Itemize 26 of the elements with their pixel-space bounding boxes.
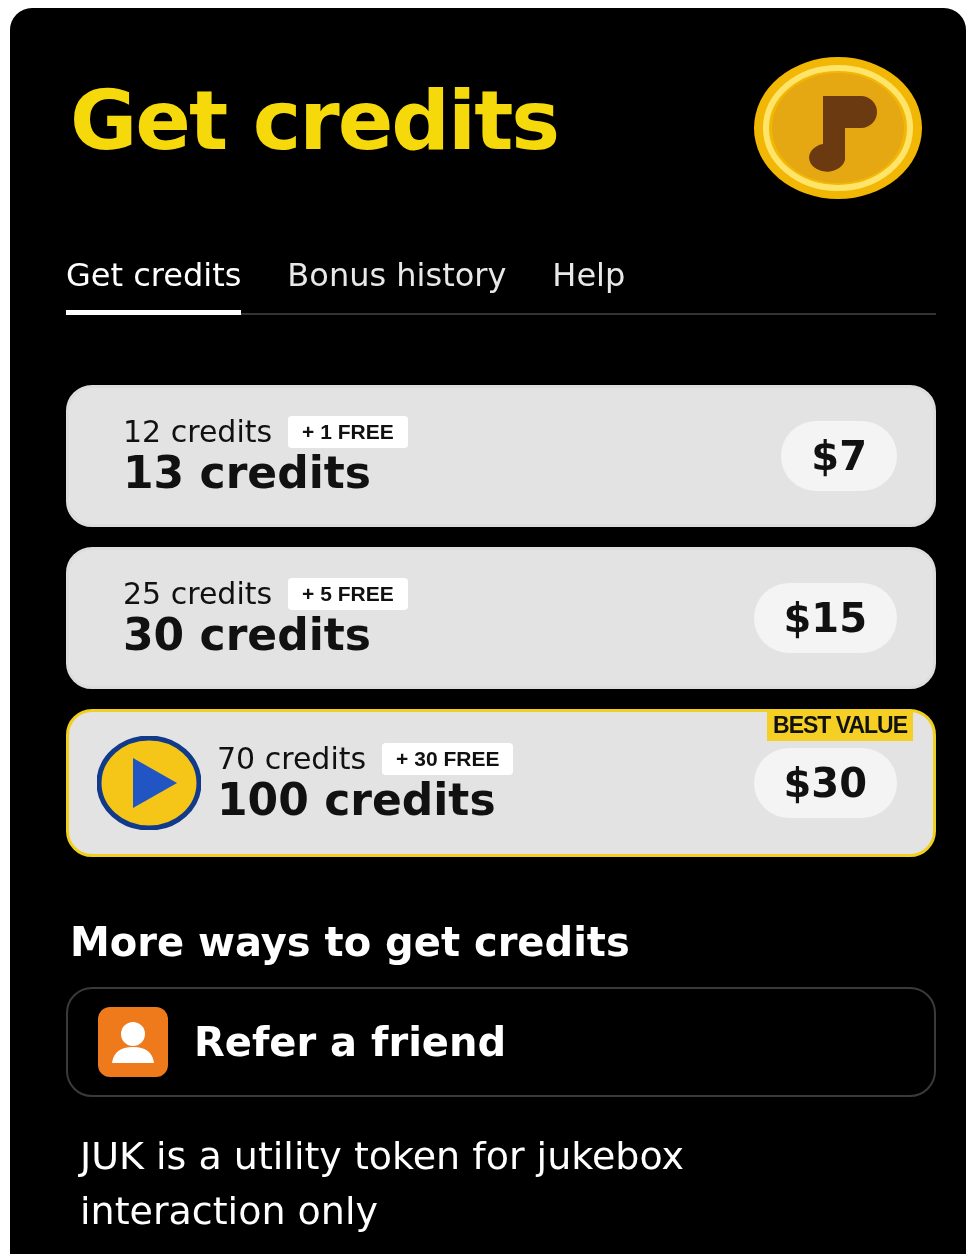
refer-friend-button[interactable]: Refer a friend — [66, 987, 936, 1097]
best-value-badge: BEST VALUE — [767, 710, 913, 741]
credit-package-card[interactable]: 70 credits + 30 FREE 100 credits $30 BEST VALUE — [66, 709, 936, 857]
music-coin-icon — [753, 56, 923, 201]
price-button[interactable]: $15 — [753, 583, 897, 653]
price-button[interactable]: $30 — [753, 748, 897, 818]
total-credits: 13 credits — [123, 449, 372, 498]
price-button[interactable]: $7 — [781, 421, 897, 491]
credit-package-card[interactable]: 12 credits + 1 FREE 13 credits $7 — [66, 385, 936, 527]
total-credits: 100 credits — [217, 776, 497, 825]
base-credits: 12 credits — [123, 414, 273, 450]
total-credits: 30 credits — [123, 611, 372, 660]
person-icon — [98, 1007, 168, 1077]
bonus-tag: + 30 FREE — [382, 742, 514, 775]
tab[interactable]: Bonus history — [287, 256, 507, 315]
section-heading: More ways to get credits — [70, 919, 631, 965]
footnote-text: JUK is a utility token for jukebox interaction only — [80, 1133, 685, 1236]
page-title: Get credits — [70, 80, 559, 162]
tab[interactable]: Get credits — [66, 256, 242, 315]
tab[interactable]: Help — [552, 256, 626, 315]
bonus-tag: + 1 FREE — [288, 415, 408, 448]
base-credits: 70 credits — [217, 741, 367, 777]
play-icon — [97, 736, 201, 830]
credit-package-card[interactable]: 25 credits + 5 FREE 30 credits $15 — [66, 547, 936, 689]
base-credits: 25 credits — [123, 576, 273, 612]
bonus-tag: + 5 FREE — [288, 577, 408, 610]
